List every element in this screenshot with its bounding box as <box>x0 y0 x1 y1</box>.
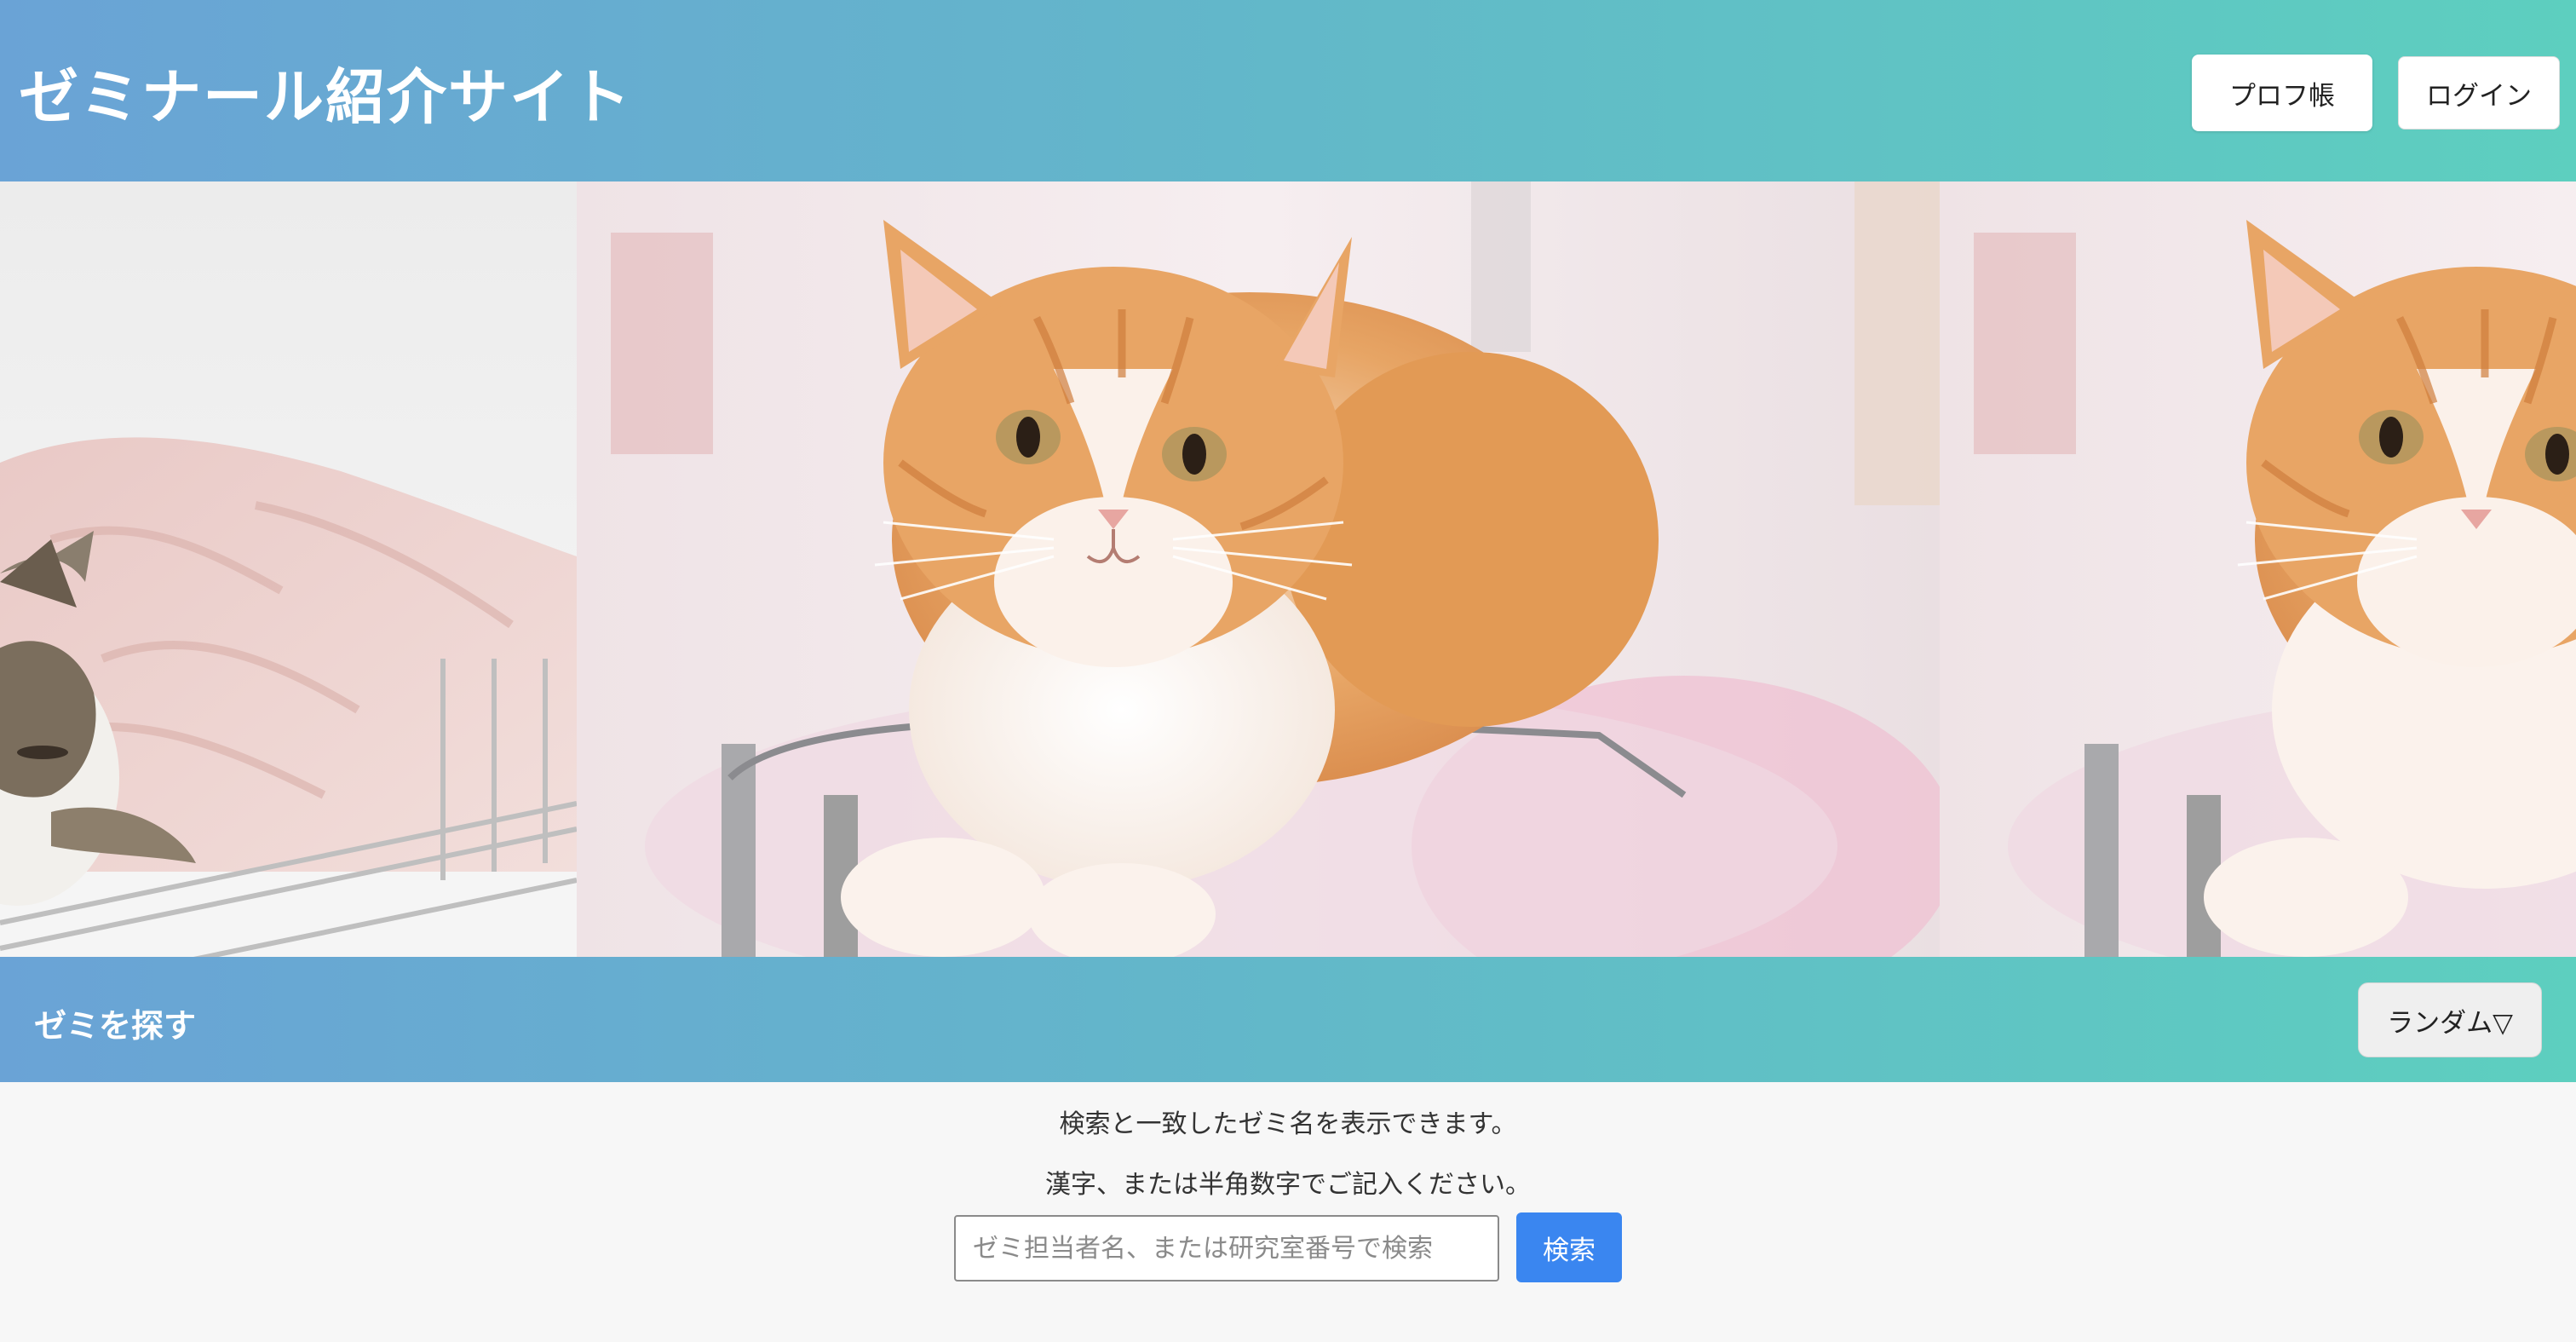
site-header: ゼミナール紹介サイト プロフ帳 ログイン <box>0 0 2576 181</box>
image-carousel[interactable] <box>0 181 2576 957</box>
random-sort-button[interactable]: ランダム▽ <box>2358 982 2542 1057</box>
orange-cat-photo-next <box>1940 181 2576 957</box>
prof-book-button[interactable]: プロフ帳 <box>2192 55 2372 131</box>
search-area: 検索と一致したゼミ名を表示できます。 漢字、または半角数字でご記入ください。 検… <box>0 1082 2576 1342</box>
search-info-text: 検索と一致したゼミ名を表示できます。 <box>1059 1109 1517 1139</box>
search-input[interactable] <box>954 1215 1499 1282</box>
orange-cat-photo <box>577 181 1940 957</box>
site-title: ゼミナール紹介サイト <box>19 62 632 132</box>
carousel-slide-orange-cat <box>577 181 1940 957</box>
search-section-bar: ゼミを探す ランダム▽ <box>0 957 2576 1082</box>
login-button[interactable]: ログイン <box>2398 56 2560 130</box>
search-button[interactable]: 検索 <box>1516 1212 1622 1282</box>
search-section-title: ゼミを探す <box>34 1007 197 1045</box>
carousel-slide-kitten <box>0 181 577 957</box>
kitten-photo <box>0 181 577 957</box>
carousel-slide-orange-cat-next <box>1940 181 2576 957</box>
search-hint-text: 漢字、または半角数字でご記入ください。 <box>1045 1170 1531 1200</box>
